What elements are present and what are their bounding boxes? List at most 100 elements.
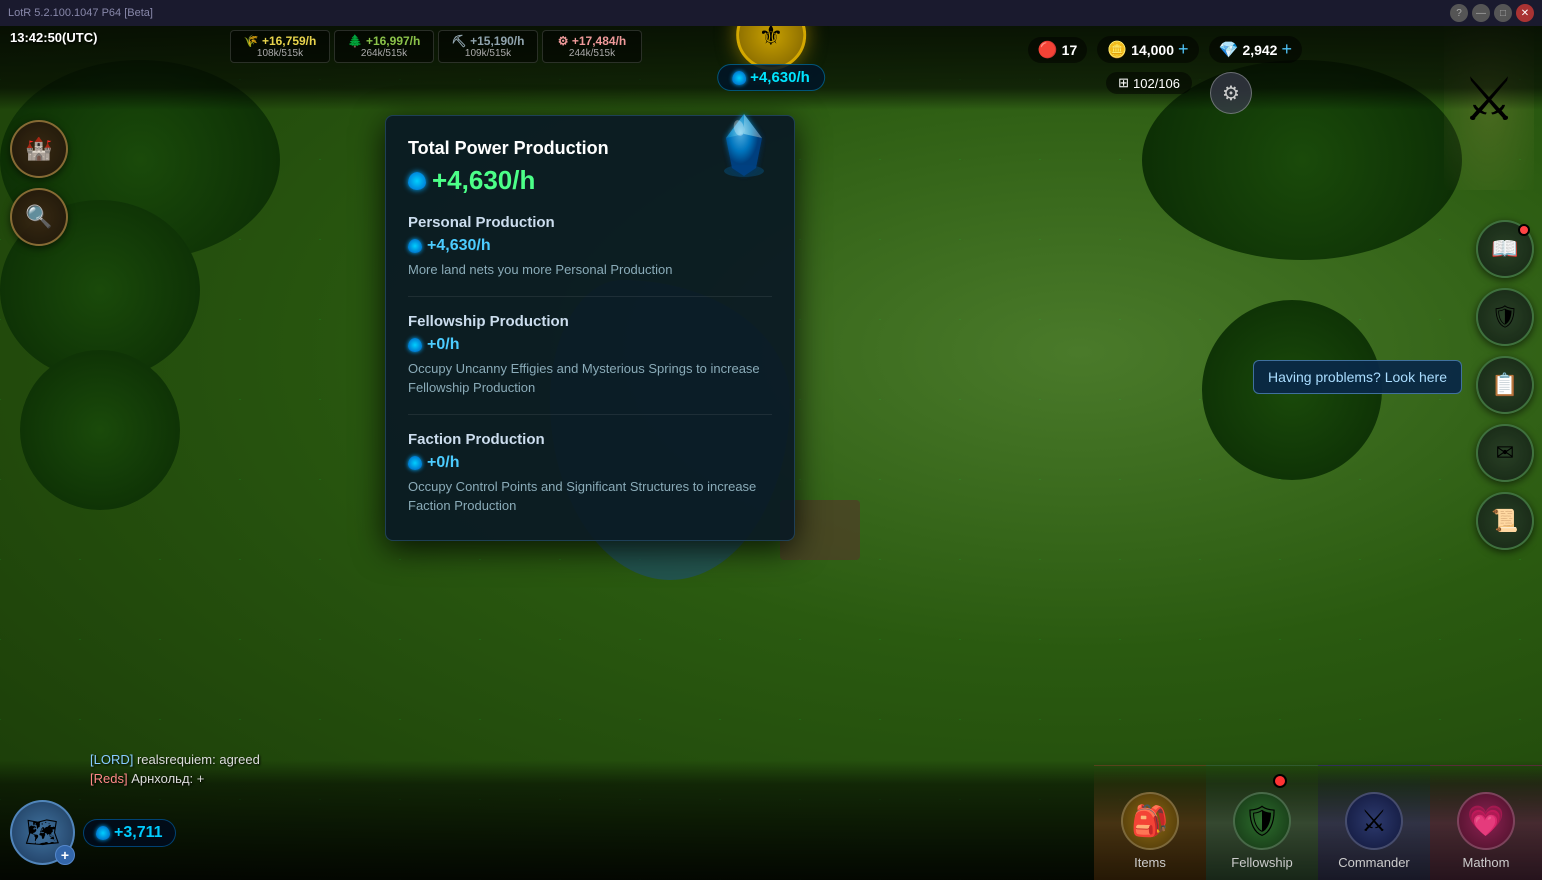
mail-button[interactable]: ✉: [1476, 424, 1534, 482]
fellowship-section-desc: Occupy Uncanny Effigies and Mysterious S…: [408, 359, 772, 398]
faction-rate-value: +0/h: [427, 454, 459, 472]
ore-rate: ⚙ +17,484/h: [558, 34, 626, 48]
fire-currency-icon: 🔴: [1038, 40, 1058, 60]
currency-gem: 💎 2,942 +: [1209, 36, 1302, 63]
power-flame-icon: [732, 71, 746, 85]
help-tooltip-text: Having problems? Look here: [1268, 369, 1447, 385]
player-power-area: 🗺 + +3,711: [10, 800, 176, 865]
fellowship-nav-label: Fellowship: [1231, 855, 1292, 870]
maximize-button[interactable]: □: [1494, 4, 1512, 22]
fellowship-section-rate: +0/h: [408, 336, 772, 354]
fellowship-nav-icon: 🛡: [1233, 792, 1291, 850]
stone-resource: ⛏ +15,190/h 109k/515k: [438, 30, 538, 63]
personal-flame-icon: [408, 239, 422, 253]
fellowship-production-section: Fellowship Production +0/h Occupy Uncann…: [408, 313, 772, 415]
quest-notification-dot: [1518, 224, 1530, 236]
fellowship-section-title: Fellowship Production: [408, 313, 772, 330]
food-storage: 108k/515k: [257, 48, 303, 59]
castle-button[interactable]: 🏰: [10, 120, 68, 178]
faction-section-desc: Occupy Control Points and Significant St…: [408, 477, 772, 516]
mathom-nav-label: Mathom: [1463, 855, 1510, 870]
search-button[interactable]: 🔍: [10, 188, 68, 246]
title-bar: LotR 5.2.100.1047 P64 [Beta] ? — □ ✕: [0, 0, 1542, 26]
personal-section-title: Personal Production: [408, 214, 772, 231]
nav-mathom-button[interactable]: 💗 Mathom: [1430, 765, 1542, 880]
chat-area: [LORD] realsrequiem: agreed [Reds] Арнхо…: [90, 752, 490, 790]
stone-storage: 109k/515k: [465, 48, 511, 59]
faction-section-rate: +0/h: [408, 454, 772, 472]
items-nav-label: Items: [1134, 855, 1166, 870]
ore-resource: ⚙ +17,484/h 244k/515k: [542, 30, 642, 63]
fellowship-notification-dot: [1273, 774, 1287, 788]
scroll-button[interactable]: 📜: [1476, 492, 1534, 550]
commander-nav-icon: ⚔: [1345, 792, 1403, 850]
player-power-value: +3,711: [114, 824, 163, 842]
gold-add-button[interactable]: +: [1178, 39, 1189, 60]
faction-production-section: Faction Production +0/h Occupy Control P…: [408, 431, 772, 516]
personal-rate-value: +4,630/h: [427, 237, 491, 255]
left-buttons: 🏰 🔍: [10, 120, 68, 246]
help-tooltip[interactable]: Having problems? Look here: [1253, 360, 1462, 394]
nav-items-button[interactable]: 🎒 Items: [1094, 765, 1206, 880]
items-nav-icon: 🎒: [1121, 792, 1179, 850]
app-title: LotR 5.2.100.1047 P64 [Beta]: [8, 7, 153, 19]
wood-rate: 🌲 +16,997/h: [348, 34, 421, 48]
player-power-display: +3,711: [83, 819, 176, 847]
commander-nav-label: Commander: [1338, 855, 1410, 870]
chat-message-1: [LORD] realsrequiem: agreed: [90, 752, 490, 767]
minimize-button[interactable]: —: [1472, 4, 1490, 22]
wood-storage: 264k/515k: [361, 48, 407, 59]
power-rate-value: +4,630/h: [750, 69, 810, 86]
faction-section-title: Faction Production: [408, 431, 772, 448]
currency-gold: 🪙 14,000 +: [1097, 36, 1198, 63]
player-avatar[interactable]: 🗺 +: [10, 800, 75, 865]
currency-fire: 🔴 17: [1028, 37, 1088, 63]
popup-main-rate-value: +4,630/h: [432, 165, 535, 196]
food-rate: 🌾 +16,759/h: [244, 34, 317, 48]
nav-fellowship-button[interactable]: 🛡 Fellowship: [1206, 765, 1318, 880]
grid-count-value: 102/106: [1133, 76, 1180, 91]
grid-icon: ⊞: [1118, 75, 1129, 91]
chat-username-2: Арнхольд: +: [131, 771, 204, 786]
gem-currency-icon: 💎: [1219, 40, 1239, 60]
grid-counter: ⊞ 102/106: [1106, 72, 1192, 94]
chat-lord-tag: [LORD]: [90, 752, 133, 767]
power-display[interactable]: +4,630/h: [717, 64, 825, 91]
help-button[interactable]: ?: [1450, 4, 1468, 22]
bottom-nav: 🎒 Items 🛡 Fellowship ⚔ Commander 💗 Matho…: [1094, 765, 1542, 880]
fellowship-flame-icon: [408, 338, 422, 352]
bottom-bar: 🗺 + +3,711 [LORD] realsrequiem: agreed […: [0, 760, 1542, 880]
chat-reds-tag: [Reds]: [90, 771, 128, 786]
personal-section-rate: +4,630/h: [408, 237, 772, 255]
player-plus-button[interactable]: +: [55, 845, 75, 865]
currency-bar: 🔴 17 🪙 14,000 + 💎 2,942 + ⊞ 102/106 ⚙: [1028, 36, 1302, 63]
quest-book-button[interactable]: 📖: [1476, 220, 1534, 278]
gem-currency-value: 2,942: [1242, 42, 1277, 58]
popup-title: Total Power Production: [408, 138, 609, 159]
stone-rate: ⛏ +15,190/h: [452, 34, 525, 48]
crystal-decoration: [704, 106, 784, 186]
settings-button[interactable]: ⚙: [1210, 72, 1252, 114]
personal-section-desc: More land nets you more Personal Product…: [408, 260, 772, 280]
production-popup: Total Power Production +4,630/h Personal…: [385, 115, 795, 541]
nav-commander-button[interactable]: ⚔ Commander: [1318, 765, 1430, 880]
report-button[interactable]: 📋: [1476, 356, 1534, 414]
time-display: 13:42:50(UTC): [10, 30, 97, 45]
fellowship-rate-value: +0/h: [427, 336, 459, 354]
right-buttons: 📖 🛡 📋 ✉ 📜: [1476, 220, 1534, 550]
fire-currency-value: 17: [1062, 42, 1078, 58]
main-flame-icon: [408, 172, 426, 190]
player-power-flame-icon: [96, 826, 110, 840]
close-button[interactable]: ✕: [1516, 4, 1534, 22]
gold-currency-value: 14,000: [1131, 42, 1174, 58]
gem-add-button[interactable]: +: [1281, 39, 1292, 60]
gold-currency-icon: 🪙: [1107, 40, 1127, 60]
resource-bars: 🌾 +16,759/h 108k/515k 🌲 +16,997/h 264k/5…: [230, 30, 642, 63]
window-controls: ? — □ ✕: [1450, 4, 1534, 22]
terrain-trees-left3: [20, 350, 180, 510]
chat-text-1: agreed: [219, 752, 259, 767]
ore-storage: 244k/515k: [569, 48, 615, 59]
mathom-nav-icon: 💗: [1457, 792, 1515, 850]
troop-button[interactable]: 🛡: [1476, 288, 1534, 346]
chat-username-1: realsrequiem:: [137, 752, 219, 767]
